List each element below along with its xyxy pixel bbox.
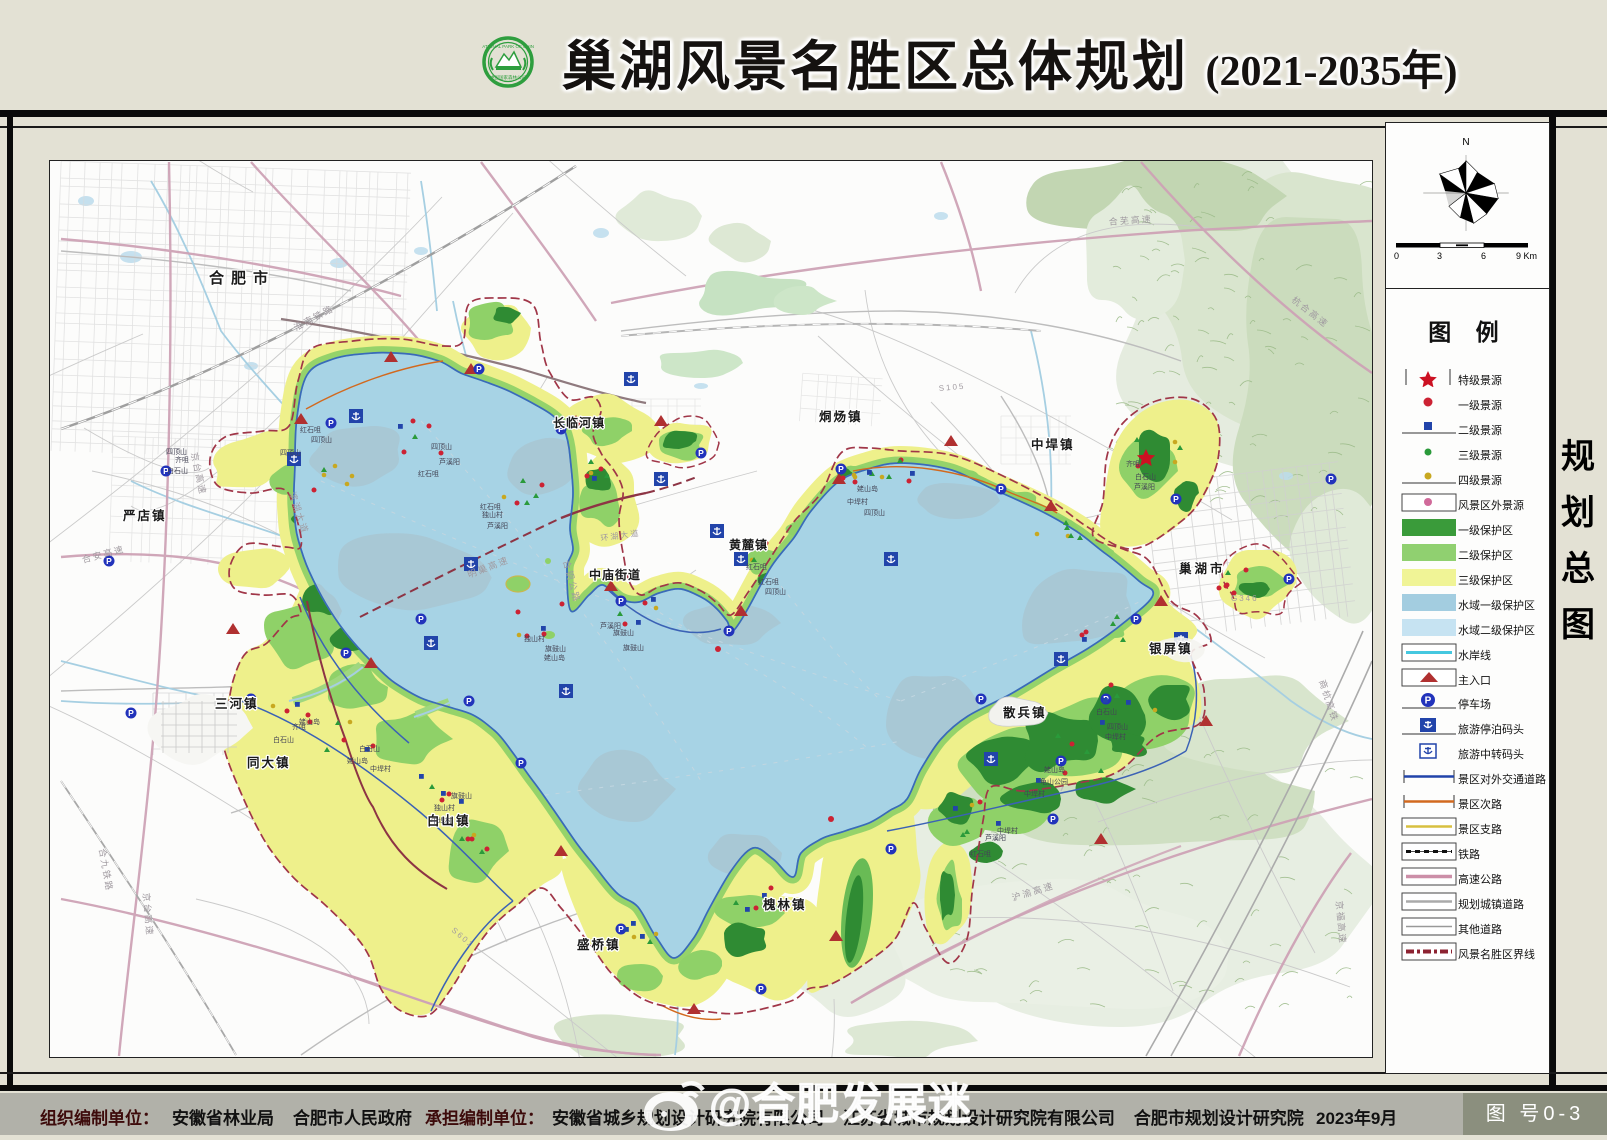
svg-text:盛桥镇: 盛桥镇 [577,937,621,952]
svg-text:白石山: 白石山 [167,466,188,475]
svg-text:姥山岛: 姥山岛 [544,653,565,662]
svg-text:P: P [1050,814,1056,824]
svg-text:四顶山: 四顶山 [311,435,332,444]
svg-text:N: N [1462,137,1469,148]
svg-text:NATIONAL PARK OF CHINA: NATIONAL PARK OF CHINA [482,44,534,49]
svg-text:3: 3 [1437,251,1442,261]
svg-text:独山村: 独山村 [482,510,503,519]
svg-text:巢湖市: 巢湖市 [1178,561,1226,576]
svg-text:四顶山: 四顶山 [280,448,301,457]
svg-text:红石咀: 红石咀 [418,469,439,478]
svg-text:P: P [618,924,624,934]
svg-text:中垾镇: 中垾镇 [1031,437,1075,452]
svg-text:黄麓镇: 黄麓镇 [729,537,768,552]
svg-text:红石咀: 红石咀 [300,425,321,434]
svg-text:P: P [328,418,334,428]
svg-text:P: P [838,464,844,474]
svg-text:中国国家森林公园: 中国国家森林公园 [490,74,526,81]
svg-text:芦溪阳: 芦溪阳 [985,833,1006,842]
svg-text:P: P [998,484,1004,494]
svg-text:P: P [888,844,894,854]
svg-text:三河镇: 三河镇 [215,696,259,711]
svg-text:芦溪阳: 芦溪阳 [600,621,621,630]
svg-text:四顶山: 四顶山 [431,442,452,451]
svg-text:P: P [418,614,424,624]
svg-text:姥山岛: 姥山岛 [347,756,368,765]
svg-text:芦溪阳: 芦溪阳 [487,521,508,530]
svg-text:P: P [476,364,482,374]
svg-text:P: P [1286,574,1292,584]
svg-text:P: P [978,694,984,704]
svg-text:G346: G346 [1231,594,1259,603]
svg-text:P: P [726,626,732,636]
svg-text:严店镇: 严店镇 [122,508,167,523]
svg-text:P: P [343,648,349,658]
svg-text:白石山: 白石山 [359,744,380,753]
svg-text:红石咀: 红石咀 [480,502,501,511]
svg-text:P: P [618,596,624,606]
svg-text:中垾村: 中垾村 [370,764,391,773]
svg-text:槐林镇: 槐林镇 [762,897,807,912]
svg-text:龟山公园: 龟山公园 [1040,777,1068,786]
svg-text:白石山: 白石山 [1135,472,1156,481]
svg-text:旗鼓山: 旗鼓山 [451,791,472,800]
svg-text:旗鼓山: 旗鼓山 [545,644,566,653]
svg-text:齐咀: 齐咀 [1126,459,1140,468]
svg-text:银屏镇: 银屏镇 [1149,641,1193,656]
svg-text:姥山岛: 姥山岛 [1044,765,1065,774]
svg-text:P: P [1133,614,1139,624]
svg-text:P: P [1425,696,1432,707]
svg-text:长临河镇: 长临河镇 [553,415,605,430]
svg-text:姥山岛: 姥山岛 [857,484,878,493]
svg-text:齐咀: 齐咀 [175,455,189,464]
svg-text:白石山: 白石山 [273,735,294,744]
svg-text:中庙街道: 中庙街道 [589,567,641,582]
svg-text:四顶山: 四顶山 [1107,722,1128,731]
svg-text:红石咀: 红石咀 [970,849,991,858]
svg-text:四顶山: 四顶山 [765,587,786,596]
svg-text:芦溪阳: 芦溪阳 [439,457,460,466]
svg-text:同大镇: 同大镇 [247,755,291,770]
svg-text:独山村: 独山村 [524,634,545,643]
svg-text:0: 0 [1394,251,1399,261]
svg-text:P: P [128,708,134,718]
svg-text:独山村: 独山村 [434,803,455,812]
svg-text:P: P [758,984,764,994]
svg-text:P: P [466,696,472,706]
svg-text:旗鼓山: 旗鼓山 [613,628,634,637]
svg-text:烔炀镇: 烔炀镇 [819,409,863,424]
svg-text:旗鼓山: 旗鼓山 [623,643,644,652]
svg-text:6: 6 [1481,251,1486,261]
svg-text:芦溪阳: 芦溪阳 [1134,482,1155,491]
svg-text:散兵镇: 散兵镇 [1003,705,1047,720]
svg-text:齐咀: 齐咀 [292,722,306,731]
svg-text:合肥市: 合肥市 [208,269,275,287]
svg-text:中垾村: 中垾村 [1105,732,1126,741]
svg-text:四顶山: 四顶山 [864,508,885,517]
svg-text:P: P [518,758,524,768]
svg-text:P: P [698,448,704,458]
svg-text:中垾村: 中垾村 [431,816,452,825]
svg-text:中垾村: 中垾村 [847,497,868,506]
svg-text:P: P [1173,494,1179,504]
svg-text:P: P [1328,474,1334,484]
svg-text:中垾村: 中垾村 [997,826,1018,835]
svg-text:白石山: 白石山 [1096,707,1117,716]
svg-text:红石咀: 红石咀 [758,577,779,586]
svg-text:P: P [1058,756,1064,766]
svg-text:四顶山: 四顶山 [166,447,187,456]
svg-text:中垾村: 中垾村 [1024,789,1045,798]
svg-text:9 Km: 9 Km [1516,251,1537,261]
svg-text:红石咀: 红石咀 [746,562,767,571]
